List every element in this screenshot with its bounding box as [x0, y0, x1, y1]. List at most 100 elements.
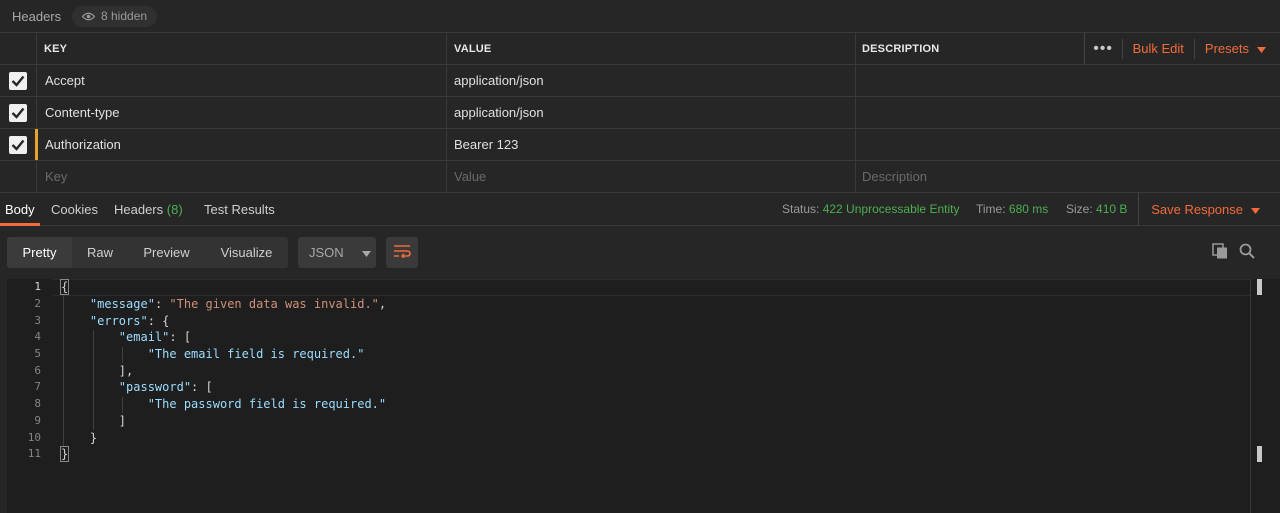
table-row: Accept application/json [0, 65, 1280, 97]
line-number: 9 [34, 414, 41, 427]
description-cell[interactable] [856, 97, 1280, 128]
line-number-gutter: 1 2 3 4 5 6 7 8 9 10 11 [7, 279, 53, 513]
key-column-header: KEY [37, 33, 447, 64]
current-line-highlight [53, 279, 1250, 296]
status-info: Status: 422 Unprocessable Entity [782, 193, 959, 226]
save-response-button[interactable]: Save Response [1138, 193, 1280, 226]
format-dropdown[interactable]: JSON [298, 237, 376, 268]
check-icon [11, 139, 25, 151]
copy-icon[interactable] [1212, 243, 1228, 262]
value-column-header: VALUE [447, 33, 856, 64]
code-line: { [59, 279, 70, 295]
line-number: 4 [34, 330, 41, 343]
line-number: 3 [34, 314, 41, 327]
line-number: 6 [34, 364, 41, 377]
hidden-headers-label: 8 hidden [101, 9, 148, 23]
code-line: "email": [ [118, 330, 192, 344]
line-number: 10 [27, 431, 41, 444]
new-value-input[interactable]: Value [447, 161, 856, 192]
scrollbar-marker[interactable] [1257, 279, 1262, 295]
size-info: Size: 410 B [1066, 193, 1127, 226]
caret-down-icon [1251, 202, 1260, 217]
tab-headers-label: Headers [114, 202, 164, 217]
tab-cookies[interactable]: Cookies [51, 193, 98, 226]
more-options-icon[interactable]: ••• [1083, 33, 1122, 65]
response-body-editor[interactable]: 1 2 3 4 5 6 7 8 9 10 11 { "message": "Th… [7, 279, 1280, 513]
presets-button[interactable]: Presets [1193, 39, 1280, 59]
hidden-headers-toggle[interactable]: 8 hidden [72, 6, 158, 27]
description-cell[interactable] [856, 129, 1280, 160]
wrap-lines-button[interactable] [386, 237, 418, 268]
presets-label: Presets [1204, 41, 1249, 56]
code-line: "errors": { [89, 314, 170, 328]
tab-headers[interactable]: Headers (8) [114, 193, 183, 226]
new-key-input[interactable]: Key [37, 161, 447, 192]
time-value[interactable]: 680 ms [1009, 202, 1048, 216]
size-value[interactable]: 410 B [1096, 202, 1127, 216]
email-key: "email" [118, 330, 170, 344]
view-raw[interactable]: Raw [72, 237, 128, 268]
search-icon[interactable] [1239, 243, 1255, 262]
caret-down-icon [361, 245, 371, 260]
key-cell[interactable]: Content-type [37, 97, 447, 128]
row-checkbox[interactable] [9, 103, 27, 122]
view-pretty[interactable]: Pretty [7, 237, 72, 268]
message-value: "The given data was invalid." [169, 297, 379, 311]
code-line: "The password field is required." [61, 397, 386, 411]
view-visualize[interactable]: Visualize [205, 237, 288, 268]
bulk-edit-button[interactable]: Bulk Edit [1121, 39, 1194, 59]
line-number: 1 [34, 280, 41, 293]
status-value[interactable]: 422 Unprocessable Entity [823, 202, 960, 216]
status-label: Status: [782, 202, 820, 216]
line-number: 7 [34, 380, 41, 393]
table-header-row: KEY VALUE DESCRIPTION ••• Bulk Edit Pres… [0, 33, 1280, 65]
message-key: "message" [89, 297, 155, 311]
caret-down-icon [1257, 39, 1266, 59]
headers-bar: Headers 8 hidden [0, 0, 1280, 33]
headers-title: Headers [12, 9, 62, 24]
code-line: "The email field is required." [61, 347, 365, 361]
view-mode-selector: Pretty Raw Preview Visualize [7, 237, 288, 268]
code-line: "message": "The given data was invalid."… [89, 297, 387, 311]
line-number: 5 [34, 347, 41, 360]
tab-body[interactable]: Body [0, 193, 40, 226]
code-line: } [61, 431, 98, 445]
headers-count-badge: (8) [166, 202, 183, 217]
code-line: ] [61, 414, 127, 428]
save-response-label: Save Response [1151, 202, 1243, 217]
email-value: "The email field is required." [147, 347, 365, 361]
line-number: 11 [27, 447, 41, 460]
view-preview[interactable]: Preview [128, 237, 205, 268]
tab-test-results[interactable]: Test Results [204, 193, 275, 226]
value-cell[interactable]: application/json [447, 97, 856, 128]
row-checkbox[interactable] [9, 135, 27, 154]
scrollbar-marker[interactable] [1257, 446, 1262, 462]
password-key: "password" [118, 380, 192, 394]
key-cell[interactable]: Authorization [37, 129, 447, 160]
code-line: } [59, 446, 70, 462]
table-actions: ••• Bulk Edit Presets [1083, 33, 1280, 65]
description-cell[interactable] [856, 65, 1280, 96]
errors-key: "errors" [89, 314, 148, 328]
time-label: Time: [976, 202, 1006, 216]
size-label: Size: [1066, 202, 1093, 216]
headers-table: KEY VALUE DESCRIPTION ••• Bulk Edit Pres… [0, 33, 1280, 193]
table-row: Authorization Bearer 123 [0, 129, 1280, 161]
row-checkbox[interactable] [9, 71, 27, 90]
new-description-input[interactable]: Description [856, 161, 1280, 192]
key-cell[interactable]: Accept [37, 65, 447, 96]
line-number: 8 [34, 397, 41, 410]
response-tabs: Body Cookies Headers (8) Test Results St… [0, 193, 1280, 226]
value-cell[interactable]: Bearer 123 [447, 129, 856, 160]
password-value: "The password field is required." [147, 397, 387, 411]
check-icon [11, 107, 25, 119]
new-header-row: Key Value Description [0, 161, 1280, 193]
format-label: JSON [309, 245, 344, 260]
table-row: Content-type application/json [0, 97, 1280, 129]
scrollbar-track [1250, 279, 1251, 513]
eye-icon [82, 12, 95, 21]
time-info: Time: 680 ms [976, 193, 1048, 226]
select-column-header [0, 33, 37, 64]
code-line: ], [61, 364, 134, 378]
value-cell[interactable]: application/json [447, 65, 856, 96]
